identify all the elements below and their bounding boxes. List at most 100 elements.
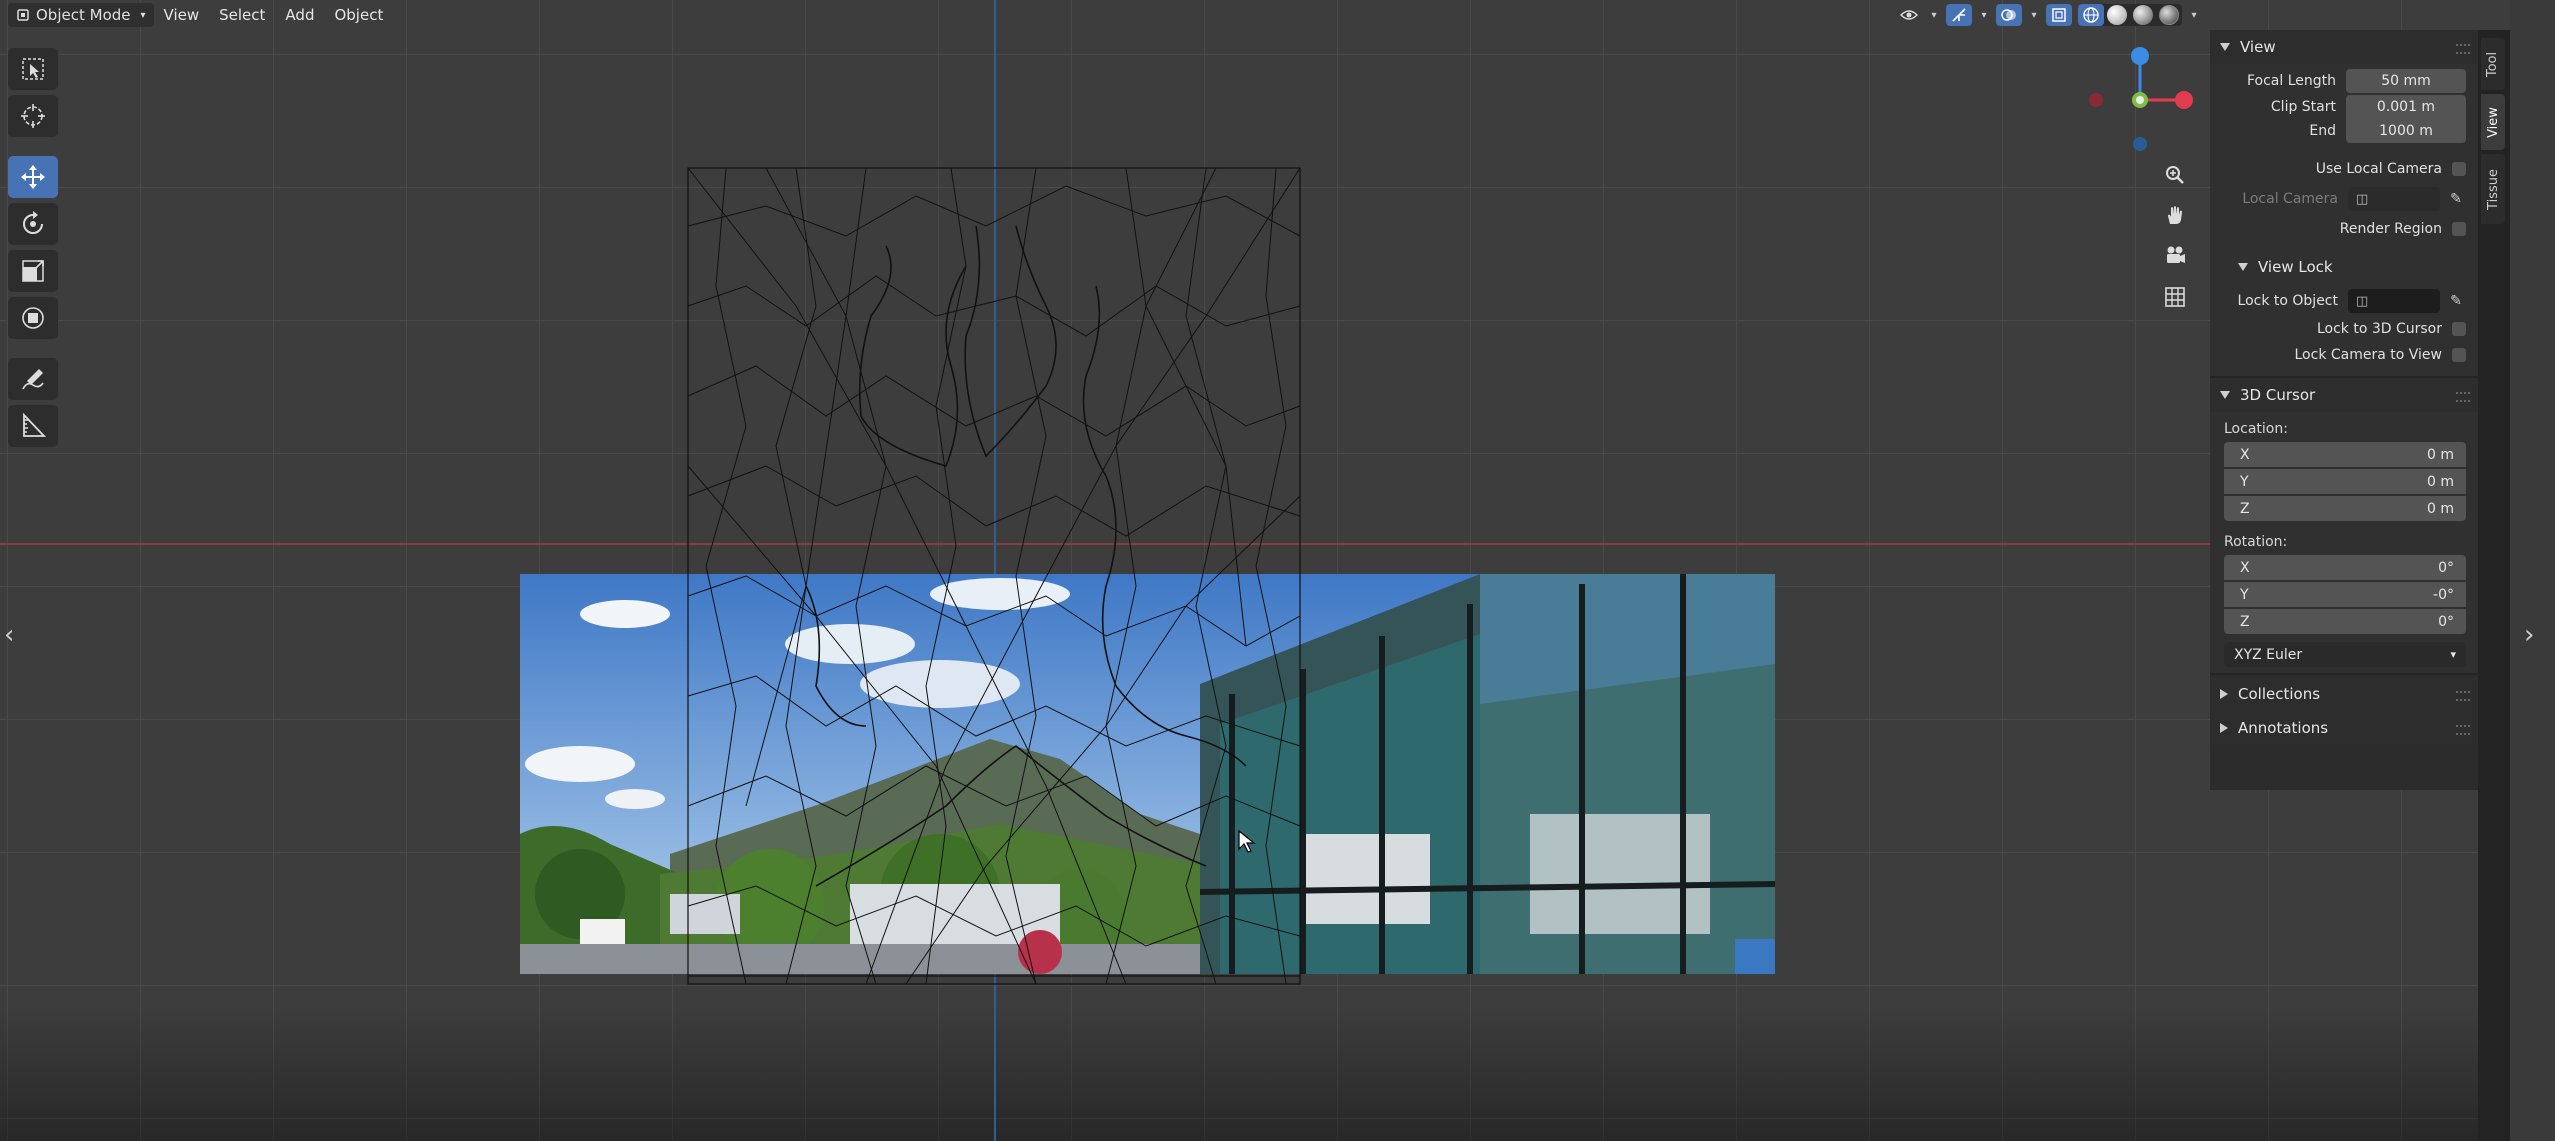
- camera-view-icon[interactable]: [2160, 240, 2190, 270]
- lock-camera-to-view-label: Lock Camera to View: [2294, 347, 2443, 363]
- clip-start-field[interactable]: 0.001 m: [2346, 95, 2466, 119]
- axis-label: Y: [2240, 473, 2249, 490]
- rotation-y-field[interactable]: Y -0°: [2224, 582, 2466, 607]
- location-z-field[interactable]: Z 0 m: [2224, 496, 2466, 521]
- header-right-tools: ▾ ▾ ▾ ▾: [1896, 0, 2210, 30]
- transform-tool[interactable]: [8, 297, 58, 339]
- view-lock-header[interactable]: View Lock: [2210, 250, 2478, 284]
- axis-label: X: [2240, 559, 2250, 576]
- rotation-label: Rotation:: [2224, 534, 2288, 550]
- use-local-camera-checkbox[interactable]: [2452, 162, 2466, 176]
- drag-grip-icon[interactable]: [2456, 725, 2470, 735]
- eyedropper-icon[interactable]: ✎: [2446, 191, 2466, 207]
- location-y-field[interactable]: Y 0 m: [2224, 469, 2466, 494]
- annotate-tool[interactable]: [8, 358, 58, 400]
- cursor-icon: [21, 104, 45, 128]
- rotation-z-field[interactable]: Z 0°: [2224, 609, 2466, 634]
- rotation-x-field[interactable]: X 0°: [2224, 555, 2466, 580]
- chevron-down-icon[interactable]: ▾: [2028, 4, 2040, 26]
- expand-triangle-icon: [2220, 391, 2230, 399]
- annotate-pencil-icon: [22, 369, 44, 390]
- clip-start-label: Clip Start: [2270, 99, 2336, 115]
- 3d-cursor-title: 3D Cursor: [2240, 386, 2316, 404]
- zoom-icon[interactable]: [2160, 160, 2190, 190]
- chevron-left-icon[interactable]: ‹: [4, 620, 14, 650]
- shading-modes: [2078, 4, 2182, 26]
- axis-value: 0°: [2438, 613, 2454, 630]
- axis-label: Z: [2240, 613, 2250, 630]
- tab-tool[interactable]: Tool: [2481, 38, 2505, 90]
- xray-toggle-icon[interactable]: [2046, 4, 2072, 26]
- wireframe-mesh[interactable]: [686, 166, 1302, 986]
- overlays-toggle-icon[interactable]: [1996, 4, 2022, 26]
- menu-view[interactable]: View: [154, 3, 210, 27]
- collections-header[interactable]: Collections: [2210, 677, 2478, 711]
- rotation-mode-value: XYZ Euler: [2234, 646, 2303, 663]
- focal-length-field[interactable]: 50 mm: [2346, 69, 2466, 93]
- navigation-gizmo[interactable]: [2080, 40, 2200, 160]
- lock-to-3d-cursor-label: Lock to 3D Cursor: [2316, 321, 2442, 337]
- tab-view[interactable]: View: [2481, 94, 2505, 150]
- chevron-down-icon: ▾: [140, 9, 146, 21]
- use-local-camera-label: Use Local Camera: [2315, 161, 2442, 177]
- rotation-mode-select[interactable]: XYZ Euler ▾: [2224, 642, 2466, 667]
- visibility-eye-icon[interactable]: [1896, 4, 1922, 26]
- rendered-shading-icon[interactable]: [2159, 5, 2179, 25]
- 3d-cursor-header[interactable]: 3D Cursor: [2210, 378, 2478, 412]
- location-x-field[interactable]: X 0 m: [2224, 442, 2466, 467]
- drag-grip-icon[interactable]: [2456, 44, 2470, 54]
- move-icon: [21, 165, 45, 189]
- tab-tissue[interactable]: Tissue: [2481, 154, 2505, 224]
- solid-shading-icon[interactable]: [2107, 5, 2127, 25]
- collapsed-triangle-icon: [2220, 723, 2228, 733]
- render-region-checkbox[interactable]: [2452, 222, 2466, 236]
- measure-tool[interactable]: [8, 405, 58, 447]
- material-shading-icon[interactable]: [2133, 5, 2153, 25]
- chevron-down-icon[interactable]: ▾: [1928, 4, 1940, 26]
- object-mode-icon: [17, 9, 29, 21]
- axis-value: 0 m: [2427, 500, 2454, 517]
- annotations-header[interactable]: Annotations: [2210, 711, 2478, 745]
- axis-label: Y: [2240, 586, 2249, 603]
- right-edge-region: ›: [2510, 0, 2555, 1141]
- chevron-down-icon[interactable]: ▾: [2188, 4, 2200, 26]
- sidebar-panel: View Focal Length 50 mm Clip Start 0.001…: [2210, 30, 2478, 790]
- select-box-tool[interactable]: [8, 48, 58, 90]
- mode-selector[interactable]: Object Mode ▾: [8, 3, 154, 27]
- drag-grip-icon[interactable]: [2456, 392, 2470, 402]
- axis-value: 0 m: [2427, 473, 2454, 490]
- lock-camera-to-view-checkbox[interactable]: [2452, 348, 2466, 362]
- pan-hand-icon[interactable]: [2160, 200, 2190, 230]
- lock-to-3d-cursor-checkbox[interactable]: [2452, 322, 2466, 336]
- menu-add[interactable]: Add: [275, 3, 324, 27]
- move-tool[interactable]: [8, 156, 58, 198]
- local-camera-label: Local Camera: [2242, 191, 2338, 207]
- clip-end-field[interactable]: 1000 m: [2346, 119, 2466, 143]
- eyedropper-icon[interactable]: ✎: [2446, 293, 2466, 309]
- select-box-icon: [22, 58, 44, 80]
- mode-label: Object Mode: [36, 6, 131, 24]
- drag-grip-icon[interactable]: [2456, 691, 2470, 701]
- ruler-icon: [23, 412, 47, 437]
- cursor-tool[interactable]: [8, 95, 58, 137]
- collapsed-triangle-icon: [2220, 689, 2228, 699]
- local-camera-field[interactable]: ◫: [2348, 187, 2440, 211]
- chevron-down-icon[interactable]: ▾: [1978, 4, 1990, 26]
- chevron-right-icon[interactable]: ›: [2524, 620, 2534, 650]
- clip-end-label: End: [2309, 123, 2336, 139]
- gizmo-toggle-icon[interactable]: [1946, 4, 1972, 26]
- view-section-header[interactable]: View: [2210, 30, 2478, 64]
- expand-triangle-icon: [2238, 263, 2248, 271]
- wireframe-shading-icon[interactable]: [2078, 4, 2104, 26]
- perspective-grid-icon[interactable]: [2160, 282, 2190, 312]
- menu-object[interactable]: Object: [324, 3, 393, 27]
- render-region-label: Render Region: [2339, 221, 2442, 237]
- object-icon: ◫: [2356, 191, 2369, 207]
- view-section-title: View: [2240, 38, 2276, 56]
- rotate-tool[interactable]: [8, 203, 58, 245]
- scale-tool[interactable]: [8, 250, 58, 292]
- viewport-header: Object Mode ▾ View Select Add Object ▾ ▾…: [0, 0, 2210, 30]
- menu-select[interactable]: Select: [209, 3, 275, 27]
- lock-to-object-field[interactable]: ◫: [2348, 289, 2440, 313]
- sidebar-tabs: Tool View Tissue: [2478, 30, 2510, 1141]
